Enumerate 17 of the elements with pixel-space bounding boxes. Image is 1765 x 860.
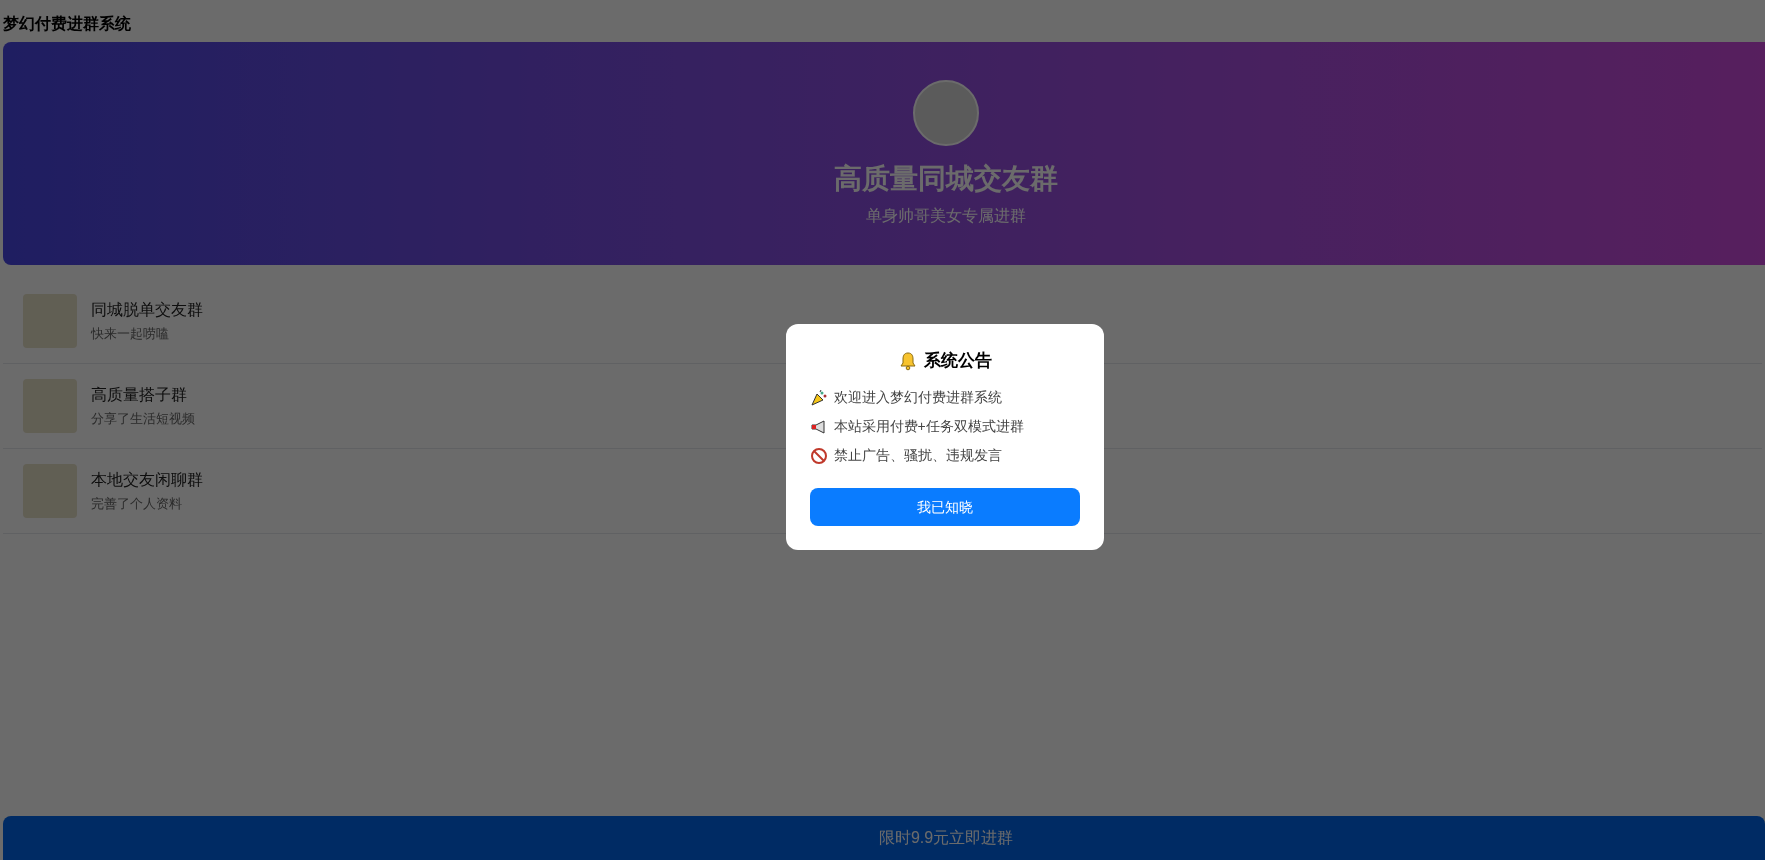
party-popper-icon [809,388,828,407]
notice-line: 本站采用付费+任务双模式进群 [833,417,1024,437]
group-name: 本地交友闲聊群 [91,470,203,491]
banner-title: 高质量同城交友群 [834,161,1058,196]
banner-subtitle: 单身帅哥美女专属进群 [866,205,1026,226]
group-name: 同城脱单交友群 [91,300,203,321]
group-description: 分享了生活短视频 [91,410,195,429]
group-description: 完善了个人资料 [91,495,183,514]
bell-icon [897,350,918,371]
notice-line: 禁止广告、骚扰、违规发言 [833,446,1002,466]
join-button[interactable]: 限时9.9元立即进群 [3,816,1765,860]
group-name: 高质量搭子群 [91,385,188,406]
notice-line: 欢迎进入梦幻付费进群系统 [833,388,1002,408]
megaphone-icon [809,417,828,436]
confirm-button[interactable]: 我已知晓 [809,488,1080,527]
page-title: 梦幻付费进群系统 [2,14,132,34]
prohibited-icon [809,446,828,465]
